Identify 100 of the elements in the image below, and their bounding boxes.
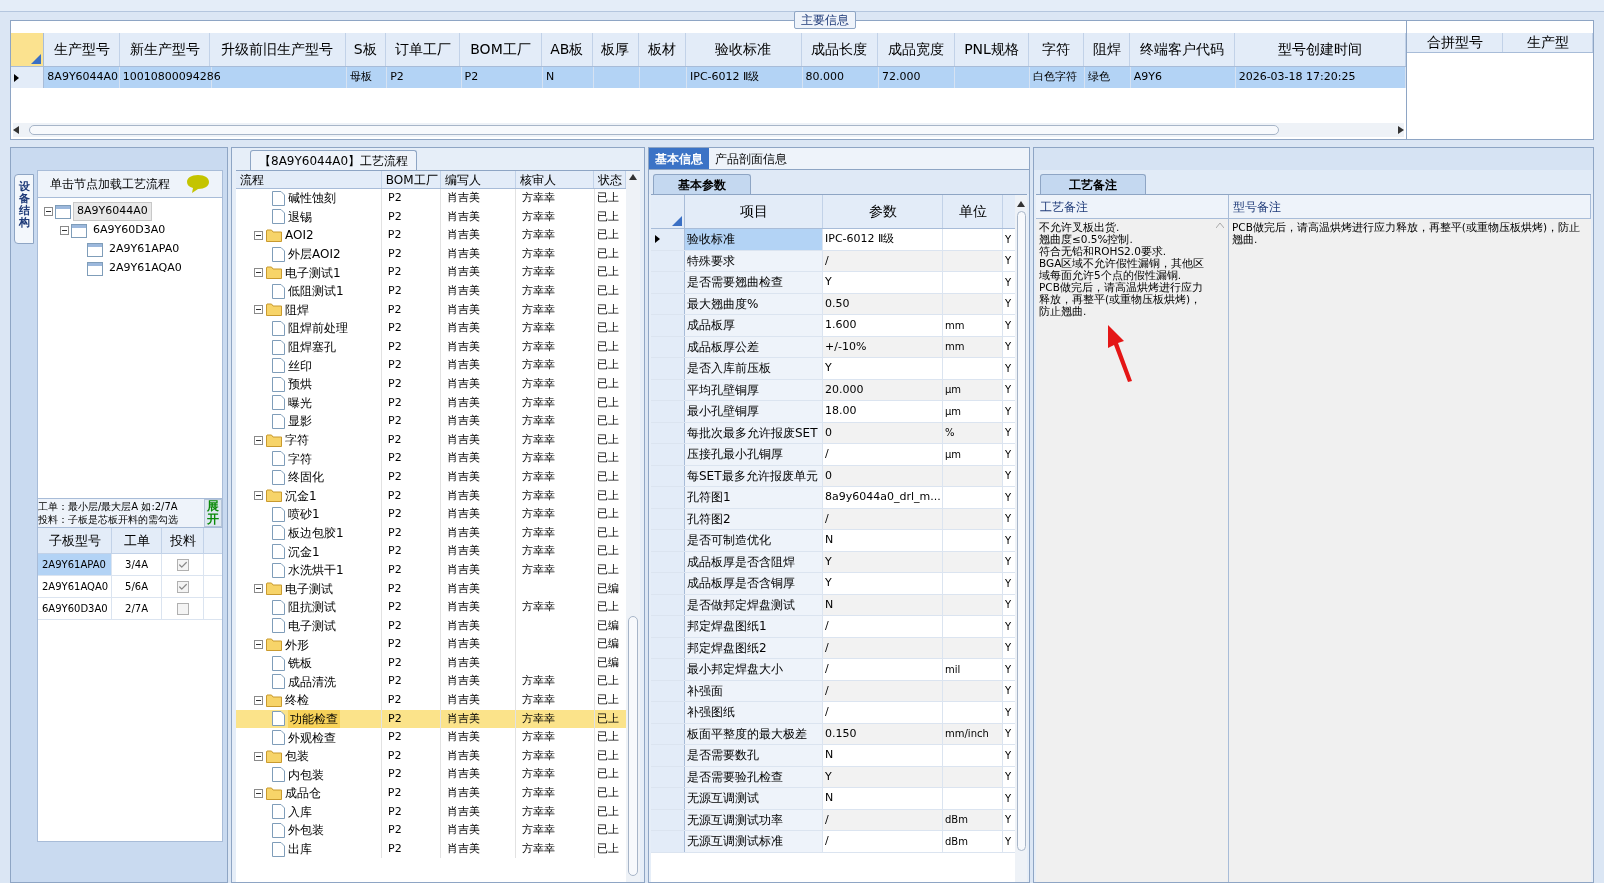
column-header[interactable]: 合拼型号 (1407, 33, 1503, 52)
process-step[interactable]: 曝光 (288, 393, 312, 412)
column-header[interactable]: 订单工厂 (385, 33, 461, 66)
collapse-icon[interactable] (254, 788, 263, 798)
process-step[interactable]: 终检 (285, 691, 309, 710)
table-cell[interactable]: 最大翘曲度% (685, 293, 823, 314)
collapse-icon[interactable] (254, 305, 263, 315)
collapse-icon[interactable] (254, 751, 263, 761)
process-step[interactable]: 外层AOI2 (288, 245, 341, 264)
column-header[interactable]: 成品宽度 (878, 33, 955, 66)
table-cell[interactable]: 是否入库前压板 (685, 358, 823, 379)
table-row[interactable]: 8A9Y6044A0 10010800094286 母板 P2 P2 N IPC-6012 Ⅱ级 80.000 72.000 白色字符 绿色 A9Y6 2026-03-18 17:20:25 (11, 67, 1406, 88)
column-header[interactable]: 型号创建时间 (1235, 33, 1406, 66)
process-step[interactable]: 沉金1 (288, 542, 320, 561)
collapse-icon[interactable] (254, 695, 263, 705)
expand-button[interactable]: 展开 (204, 499, 222, 528)
column-header[interactable]: PNL规格 (954, 33, 1030, 66)
tab[interactable]: 产品剖面信息 (709, 148, 793, 169)
side-tab[interactable]: 设备结构 (14, 174, 34, 244)
process-step[interactable]: 沉金1 (285, 486, 317, 505)
process-step[interactable]: 阻焊前处理 (288, 319, 348, 338)
table-cell[interactable]: 补强图纸 (685, 702, 823, 723)
process-step[interactable]: 喷砂1 (288, 505, 320, 524)
scroll-up-icon[interactable] (629, 174, 637, 180)
process-step[interactable]: 低阻测试1 (288, 282, 344, 301)
process-step[interactable]: 包装 (285, 747, 309, 766)
panel-tab[interactable]: 【8A9Y6044A0】工艺流程 (250, 150, 418, 170)
table-cell[interactable]: 压接孔最小孔铜厚 (685, 444, 823, 465)
horizontal-scrollbar[interactable] (13, 123, 1404, 137)
process-step[interactable]: 丝印 (288, 356, 312, 375)
column-header[interactable]: S板 (345, 33, 386, 66)
table-cell[interactable]: 无源互调测试标准 (685, 831, 823, 852)
process-step[interactable]: 内包装 (288, 765, 324, 784)
process-step[interactable]: 阻抗测试 (288, 598, 336, 617)
column-header[interactable]: 工艺备注 (1036, 195, 1229, 218)
table-cell[interactable]: 2A9Y61AQA0 (38, 576, 112, 598)
collapse-icon[interactable] (254, 491, 263, 501)
tree-item[interactable]: 2A9Y61APA0 (105, 240, 184, 259)
table-cell[interactable]: 是否可制造优化 (685, 530, 823, 551)
table-cell[interactable]: 成品板厚 (685, 315, 823, 336)
process-step[interactable]: 电子测试 (288, 616, 336, 635)
column-header[interactable]: BOM工厂 (381, 171, 441, 188)
process-step[interactable]: 碱性蚀刻 (288, 189, 336, 208)
table-cell[interactable]: 每批次最多允许报废SET (685, 422, 823, 443)
table-cell[interactable]: 邦定焊盘图纸1 (685, 616, 823, 637)
table-cell[interactable]: 是否需要翘曲检查 (685, 272, 823, 293)
column-header[interactable]: 生产型 (1503, 33, 1593, 52)
column-header[interactable]: 项目 (685, 195, 823, 228)
table-cell[interactable]: 无源互调测试 (685, 788, 823, 809)
tree-item[interactable]: 2A9Y61AQA0 (105, 259, 186, 278)
table-cell[interactable]: 每SET最多允许报废单元 (685, 465, 823, 486)
column-header[interactable]: 型号备注 (1229, 195, 1591, 218)
vertical-scrollbar[interactable] (1015, 195, 1027, 882)
process-step[interactable]: 入库 (288, 802, 312, 821)
column-header[interactable]: 工单 (112, 528, 162, 554)
column-header[interactable]: 阻焊 (1084, 33, 1131, 66)
collapse-icon[interactable] (254, 231, 263, 240)
process-step[interactable]: 电子测试1 (285, 263, 341, 282)
table-cell[interactable]: 板面平整度的最大极差 (685, 723, 823, 744)
table-cell[interactable]: 验收标准 (685, 229, 823, 250)
process-step[interactable]: 阻焊 (285, 300, 309, 319)
table-cell[interactable]: 成品板厚是否含阻焊 (685, 551, 823, 572)
scroll-right-icon[interactable] (1398, 126, 1404, 134)
table-cell[interactable]: 是否做邦定焊盘测试 (685, 594, 823, 615)
table-cell[interactable]: 孔符图2 (685, 508, 823, 529)
table-cell[interactable]: 最小孔壁铜厚 (685, 401, 823, 422)
collapse-icon[interactable] (254, 435, 263, 445)
column-header[interactable]: 编写人 (440, 171, 516, 188)
column-header[interactable]: 新生产型号 (119, 33, 211, 66)
column-header[interactable]: AB板 (541, 33, 593, 66)
table-cell[interactable]: 补强面 (685, 680, 823, 701)
column-header[interactable]: 核审人 (515, 171, 595, 188)
process-step[interactable]: 成品仓 (285, 784, 321, 803)
panel-tab[interactable]: 工艺备注 (1040, 174, 1146, 194)
table-cell[interactable]: 6A9Y60D3A0 (38, 598, 112, 620)
select-all-corner[interactable] (11, 33, 45, 66)
column-header[interactable]: 投料 (162, 528, 204, 554)
scroll-left-icon[interactable] (13, 126, 19, 134)
table-cell[interactable]: 成品板厚是否含铜厚 (685, 573, 823, 594)
vertical-scrollbar[interactable] (626, 171, 640, 882)
sub-tab[interactable]: 基本参数 (653, 174, 751, 194)
process-step[interactable]: 预烘 (288, 375, 312, 394)
table-cell[interactable]: 2A9Y61APA0 (38, 554, 112, 576)
column-header[interactable]: 生产型号 (44, 33, 120, 66)
column-header[interactable]: 板材 (638, 33, 686, 66)
column-header[interactable]: 板厚 (592, 33, 639, 66)
process-step[interactable]: 外形 (285, 635, 309, 654)
process-step[interactable]: 外包装 (288, 821, 324, 840)
column-header[interactable]: 升级前旧生产型号 (210, 33, 346, 66)
collapse-icon[interactable] (254, 584, 263, 594)
row-header[interactable] (651, 229, 685, 250)
collapse-icon[interactable] (254, 268, 263, 278)
process-step[interactable]: 阻焊塞孔 (288, 338, 336, 357)
process-step[interactable]: 字符 (288, 449, 312, 468)
process-step[interactable]: 功能检查 (288, 709, 340, 728)
process-step[interactable]: 成品清洗 (288, 672, 336, 691)
column-header[interactable]: 子板型号 (38, 528, 112, 554)
process-step[interactable]: 水洗烘干1 (288, 561, 344, 580)
column-header[interactable]: 字符 (1029, 33, 1085, 66)
process-step[interactable]: 出库 (288, 840, 312, 859)
